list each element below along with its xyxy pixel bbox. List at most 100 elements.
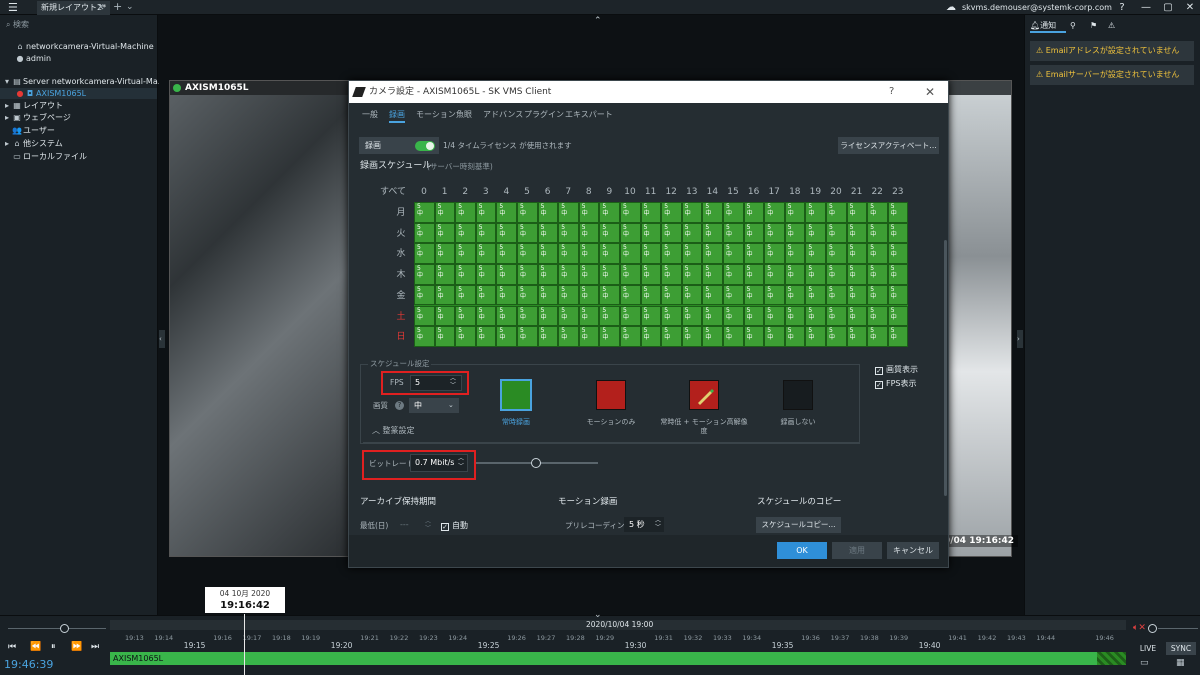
schedule-cell[interactable]: 5中 bbox=[640, 326, 662, 347]
schedule-cell[interactable]: 5中 bbox=[805, 326, 826, 347]
schedule-cell[interactable]: 5中 bbox=[887, 243, 909, 265]
schedule-cell[interactable]: 5中 bbox=[475, 264, 497, 285]
schedule-cell[interactable]: 5中 bbox=[558, 264, 579, 285]
schedule-cell[interactable]: 5中 bbox=[784, 222, 806, 244]
minimize-button[interactable]: — bbox=[1136, 0, 1156, 15]
schedule-cell[interactable]: 5中 bbox=[414, 243, 435, 265]
schedule-cell[interactable]: 5中 bbox=[805, 284, 826, 306]
rewind-icon[interactable]: ⏪ bbox=[30, 641, 41, 653]
tree-item-server[interactable]: ▾ ▤ Server networkcamera-Virtual-Ma... bbox=[3, 76, 165, 87]
schedule-cell[interactable]: 5中 bbox=[764, 305, 785, 327]
schedule-cell[interactable]: 5中 bbox=[826, 243, 847, 265]
schedule-cell[interactable]: 5中 bbox=[764, 202, 785, 223]
schedule-cell[interactable]: 5中 bbox=[599, 284, 620, 306]
select-all-button[interactable]: すべて bbox=[380, 186, 406, 198]
schedule-cell[interactable]: 5中 bbox=[434, 264, 456, 285]
schedule-cell[interactable]: 5中 bbox=[805, 305, 826, 327]
user-email[interactable]: skvms.demouser@systemk-corp.com bbox=[962, 1, 1112, 14]
schedule-cell[interactable]: 5中 bbox=[784, 264, 806, 285]
schedule-cell[interactable]: 5中 bbox=[434, 284, 456, 306]
schedule-cell[interactable]: 5中 bbox=[661, 305, 682, 327]
schedule-cell[interactable]: 5中 bbox=[640, 305, 662, 327]
help-icon[interactable]: ? bbox=[395, 401, 404, 410]
schedule-hour-header[interactable]: 7 bbox=[559, 186, 577, 198]
schedule-hour-header[interactable]: 5 bbox=[518, 186, 536, 198]
schedule-hour-header[interactable]: 4 bbox=[497, 186, 515, 198]
schedule-cell[interactable]: 5中 bbox=[805, 264, 826, 285]
schedule-grid[interactable]: 5中5中5中5中5中5中5中5中5中5中5中5中5中5中5中5中5中5中5中5中… bbox=[414, 202, 909, 347]
schedule-cell[interactable]: 5中 bbox=[661, 243, 682, 265]
schedule-day-header[interactable]: 火 bbox=[395, 228, 407, 240]
schedule-cell[interactable]: 5中 bbox=[578, 202, 600, 223]
apply-button[interactable]: 適用 bbox=[832, 542, 882, 559]
schedule-hour-header[interactable]: 14 bbox=[703, 186, 721, 198]
tab-recording[interactable]: 録画 bbox=[389, 109, 405, 123]
schedule-cell[interactable]: 5中 bbox=[558, 222, 579, 244]
tree-item-users[interactable]: 👥ユーザー bbox=[11, 125, 55, 136]
sync-button[interactable]: SYNC bbox=[1166, 642, 1196, 655]
schedule-cell[interactable]: 5中 bbox=[764, 264, 785, 285]
schedule-cell[interactable]: 5中 bbox=[764, 222, 785, 244]
schedule-cell[interactable]: 5中 bbox=[681, 284, 703, 306]
schedule-hour-header[interactable]: 10 bbox=[621, 186, 639, 198]
schedule-cell[interactable]: 5中 bbox=[702, 326, 723, 347]
tree-item-other-systems[interactable]: ▸ ⌂ 他システム bbox=[3, 138, 63, 149]
schedule-cell[interactable]: 5中 bbox=[517, 326, 538, 347]
schedule-cell[interactable]: 5中 bbox=[846, 284, 868, 306]
record-type-none[interactable] bbox=[783, 380, 813, 410]
schedule-day-header[interactable]: 月 bbox=[395, 207, 407, 219]
schedule-hour-header[interactable]: 21 bbox=[848, 186, 866, 198]
schedule-hour-header[interactable]: 8 bbox=[580, 186, 598, 198]
bookmark-icon[interactable]: ⚑ bbox=[1090, 19, 1097, 33]
schedule-cell[interactable]: 5中 bbox=[517, 222, 538, 244]
schedule-cell[interactable]: 5中 bbox=[455, 326, 476, 347]
schedule-cell[interactable]: 5中 bbox=[681, 202, 703, 223]
dialog-close-button[interactable]: ✕ bbox=[925, 81, 935, 103]
schedule-cell[interactable]: 5中 bbox=[846, 222, 868, 244]
schedule-cell[interactable]: 5中 bbox=[434, 202, 456, 223]
tree-item-webpages[interactable]: ▸ ▣ ウェブページ bbox=[3, 112, 71, 123]
schedule-cell[interactable]: 5中 bbox=[723, 305, 744, 327]
cancel-button[interactable]: キャンセル bbox=[887, 542, 939, 559]
schedule-cell[interactable]: 5中 bbox=[578, 222, 600, 244]
schedule-hour-header[interactable]: 20 bbox=[827, 186, 845, 198]
maximize-button[interactable]: ▢ bbox=[1158, 0, 1178, 15]
search-input[interactable]: ⌕ 検索 bbox=[6, 18, 146, 32]
schedule-cell[interactable]: 5中 bbox=[496, 222, 517, 244]
zoom-slider[interactable] bbox=[1158, 628, 1198, 629]
schedule-cell[interactable]: 5中 bbox=[661, 264, 682, 285]
tab-advanced[interactable]: アドバンス bbox=[483, 109, 523, 121]
license-activate-button[interactable]: ライセンスアクティベート... bbox=[838, 137, 939, 154]
schedule-cell[interactable]: 5中 bbox=[702, 202, 723, 223]
pause-icon[interactable]: ⏸ bbox=[51, 641, 56, 653]
ok-button[interactable]: OK bbox=[777, 542, 827, 559]
schedule-cell[interactable]: 5中 bbox=[414, 222, 435, 244]
schedule-cell[interactable]: 5中 bbox=[743, 222, 765, 244]
tab-expert[interactable]: エキスパート bbox=[565, 109, 613, 121]
schedule-cell[interactable]: 5中 bbox=[599, 305, 620, 327]
schedule-cell[interactable]: 5中 bbox=[702, 305, 723, 327]
schedule-cell[interactable]: 5中 bbox=[681, 243, 703, 265]
schedule-hour-header[interactable]: 22 bbox=[868, 186, 886, 198]
schedule-cell[interactable]: 5中 bbox=[578, 243, 600, 265]
schedule-cell[interactable]: 5中 bbox=[620, 243, 641, 265]
schedule-cell[interactable]: 5中 bbox=[661, 284, 682, 306]
schedule-cell[interactable]: 5中 bbox=[743, 284, 765, 306]
schedule-cell[interactable]: 5中 bbox=[661, 202, 682, 223]
notification-item[interactable]: ⚠ Emailアドレスが設定されていません bbox=[1030, 41, 1194, 61]
schedule-cell[interactable]: 5中 bbox=[826, 264, 847, 285]
schedule-cell[interactable]: 5中 bbox=[455, 305, 476, 327]
schedule-cell[interactable]: 5中 bbox=[578, 326, 600, 347]
show-fps-checkbox[interactable]: ✓ FPS表示 bbox=[875, 378, 917, 389]
schedule-cell[interactable]: 5中 bbox=[702, 264, 723, 285]
schedule-cell[interactable]: 5中 bbox=[805, 202, 826, 223]
schedule-cell[interactable]: 5中 bbox=[434, 222, 456, 244]
schedule-cell[interactable]: 5中 bbox=[517, 264, 538, 285]
skip-back-icon[interactable]: ⏮ bbox=[8, 641, 16, 653]
schedule-cell[interactable]: 5中 bbox=[702, 284, 723, 306]
schedule-cell[interactable]: 5中 bbox=[599, 243, 620, 265]
schedule-cell[interactable]: 5中 bbox=[826, 222, 847, 244]
schedule-hour-header[interactable]: 13 bbox=[683, 186, 701, 198]
schedule-cell[interactable]: 5中 bbox=[475, 222, 497, 244]
schedule-cell[interactable]: 5中 bbox=[681, 326, 703, 347]
